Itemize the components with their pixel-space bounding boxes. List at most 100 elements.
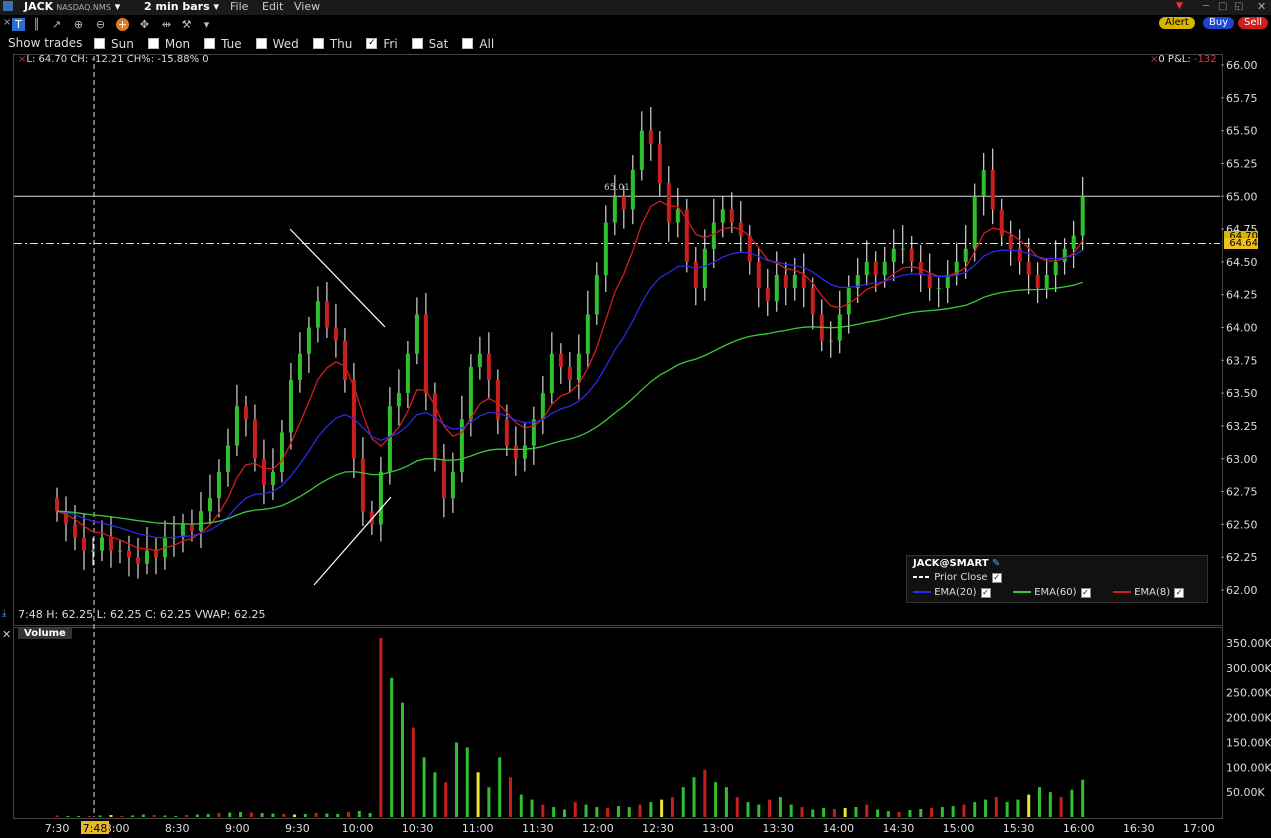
volume-bar	[811, 809, 815, 817]
volume-bar	[476, 772, 480, 817]
candle-up	[972, 196, 977, 249]
candle-up	[828, 340, 833, 342]
price-tick-label: 62.00	[1226, 584, 1258, 597]
candle-up	[1062, 248, 1067, 262]
volume-bar	[271, 813, 275, 817]
volume-bar	[660, 799, 664, 817]
candle-down	[135, 557, 140, 564]
volume-bar	[401, 702, 405, 817]
volume-bar	[465, 747, 469, 817]
volume-bar	[940, 807, 944, 817]
price-tick-label: 65.25	[1226, 157, 1258, 170]
candle-up	[378, 471, 383, 525]
candle-down	[513, 445, 518, 459]
volume-bar	[174, 816, 178, 818]
volume-bar	[984, 799, 988, 817]
price-tick-label: 62.25	[1226, 551, 1258, 564]
volume-bar	[757, 804, 761, 817]
volume-bar	[930, 808, 934, 817]
chart-canvas: 66.0065.7565.5065.2565.0064.7564.5064.25…	[14, 56, 1271, 835]
candle-down	[342, 340, 347, 380]
candle-up	[234, 406, 239, 446]
volume-bar	[670, 797, 674, 817]
volume-bar	[908, 810, 912, 817]
candle-up	[612, 196, 617, 223]
prior-close-swatch	[913, 576, 931, 578]
volume-bar	[789, 804, 793, 817]
volume-bar	[1027, 794, 1031, 817]
volume-bar	[185, 815, 189, 817]
candle-down	[486, 353, 491, 380]
candle-down	[126, 550, 131, 558]
time-tick-label: 16:00	[1063, 822, 1095, 835]
candle-up	[477, 353, 482, 367]
volume-bar	[897, 812, 901, 817]
candle-down	[324, 301, 329, 328]
volume-bar	[1048, 792, 1052, 817]
candle-up	[1080, 196, 1085, 236]
time-tick-label: 8:30	[165, 822, 190, 835]
candle-down	[1008, 235, 1013, 249]
legend-ema8: EMA(8)	[1134, 587, 1171, 598]
volume-bar	[962, 804, 966, 817]
candle-up	[144, 550, 149, 564]
candle-up	[846, 288, 851, 315]
candle-down	[360, 458, 365, 512]
volume-bar	[951, 806, 955, 817]
time-tick-label: 14:00	[822, 822, 854, 835]
volume-bar	[692, 777, 696, 817]
price-tick-label: 62.75	[1226, 486, 1258, 499]
ema8-checkbox[interactable]: ✓	[1174, 588, 1185, 598]
candle-up	[207, 498, 212, 512]
candle-down	[729, 209, 734, 223]
volume-tick-label: 50.00K	[1226, 786, 1265, 799]
prior-close-checkbox[interactable]: ✓	[991, 573, 1002, 583]
candle-down	[927, 275, 932, 289]
volume-bar	[260, 813, 264, 817]
volume-bar	[66, 816, 70, 818]
volume-bar	[487, 787, 491, 817]
time-tick-label: 14:30	[883, 822, 915, 835]
ema20-checkbox[interactable]: ✓	[980, 588, 991, 598]
legend-ema60: EMA(60)	[1034, 587, 1077, 598]
volume-bar	[336, 814, 340, 817]
volume-bar	[724, 787, 728, 817]
time-tick-label: 17:00	[1183, 822, 1215, 835]
candle-up	[936, 288, 941, 290]
volume-bar	[433, 772, 437, 817]
candle-down	[1035, 275, 1040, 289]
price-annotation: 65.01	[604, 183, 630, 193]
candle-up	[864, 261, 869, 275]
pnl-value: -132	[1193, 54, 1217, 65]
volume-close-icon[interactable]: ✕	[2, 628, 11, 641]
volume-tick-label: 100.00K	[1226, 761, 1271, 774]
candle-up	[549, 353, 554, 394]
readout-pin-icon[interactable]: ⤓	[2, 608, 6, 619]
volume-bar	[217, 813, 221, 817]
ema60-checkbox[interactable]: ✓	[1080, 588, 1091, 598]
volume-tick-label: 200.00K	[1226, 712, 1271, 725]
volume-bar	[573, 802, 577, 817]
candle-up	[414, 314, 419, 354]
volume-bar	[627, 807, 631, 817]
candle-up	[405, 353, 410, 394]
time-tick-label: 10:30	[402, 822, 434, 835]
time-tick-label: 15:00	[943, 822, 975, 835]
volume-bar	[584, 804, 588, 817]
readout-top-text: L: 64.70 CH: -12.21 CH%: -15.88% 0	[26, 54, 209, 65]
volume-bar	[800, 807, 804, 817]
volume-bar	[163, 815, 167, 817]
volume-bar	[444, 782, 448, 817]
legend-edit-icon[interactable]: ✎	[992, 558, 1000, 569]
time-tick-label: 11:00	[462, 822, 494, 835]
price-tick-label: 63.00	[1226, 453, 1258, 466]
volume-bar	[886, 811, 890, 817]
volume-tick-label: 150.00K	[1226, 736, 1271, 749]
candle-up	[180, 524, 185, 538]
volume-bar	[368, 813, 372, 817]
volume-bar	[206, 814, 210, 817]
candle-up	[396, 393, 401, 407]
candle-up	[720, 209, 725, 223]
candle-up	[981, 170, 986, 197]
volume-tick-label: 250.00K	[1226, 687, 1271, 700]
